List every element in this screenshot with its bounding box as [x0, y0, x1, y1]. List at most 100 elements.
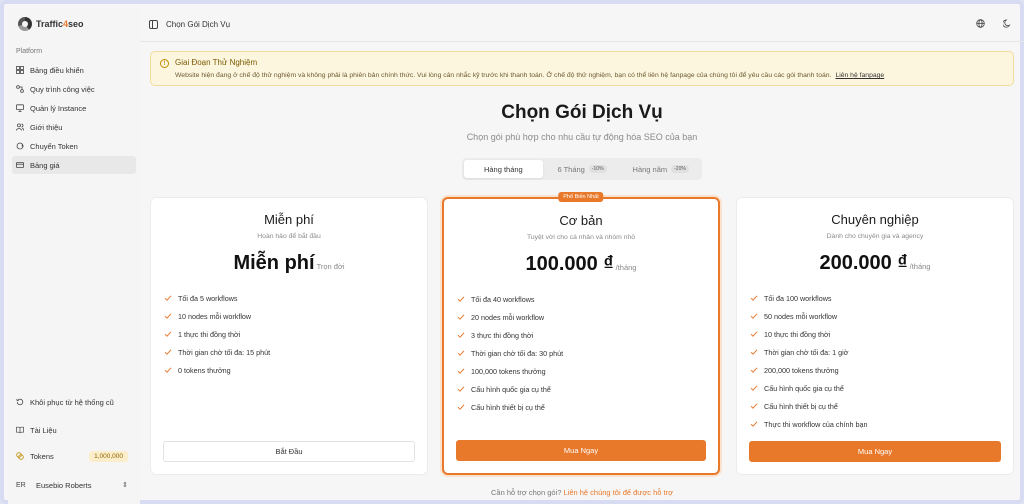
feature-item: 1 thực thi đồng thời [164, 325, 270, 343]
restore-label: Khôi phục từ hệ thống cũ [30, 397, 114, 407]
plan-description: Tuyệt vời cho cá nhân và nhóm nhỏ [526, 234, 636, 241]
feature-list: Tối đa 40 workflows 20 nodes mỗi workflo… [457, 290, 563, 416]
docs-link[interactable]: Tài Liệu [12, 421, 136, 439]
coins-icon [16, 452, 24, 460]
check-icon [750, 331, 758, 337]
sidebar-item-dashboard[interactable]: Bảng điều khiển [12, 61, 136, 79]
alert-title: Giai Đoạn Thử Nghiệm [175, 58, 258, 67]
info-icon: ! [160, 59, 169, 68]
breadcrumb: Chọn Gói Dịch Vụ [166, 20, 231, 29]
tokens-label: Tokens [30, 451, 54, 461]
feature-item: 20 nodes mỗi workflow [457, 308, 563, 326]
plan-description: Hoàn hảo để bắt đầu [257, 233, 321, 240]
alert-text: Website hiện đang ở chế độ thử nghiệm và… [175, 72, 885, 79]
feature-item: 3 thực thi đồng thời [457, 326, 563, 344]
sidebar-item-label: Quản lý Instance [30, 103, 87, 113]
check-icon [457, 404, 465, 410]
help-footer: Cần hỗ trợ chọn gói? Liên hệ chúng tôi đ… [491, 488, 673, 497]
feature-item: 10 nodes mỗi workflow [164, 307, 270, 325]
check-icon [750, 349, 758, 355]
tokens-value-badge: 1,000,000 [89, 450, 128, 462]
plan-card-pro: Chuyên nghiệp Dành cho chuyên gia và age… [736, 197, 1014, 475]
plan-card-basic: Phổ Biến Nhất Cơ bản Tuyệt vời cho cá nh… [442, 192, 720, 475]
feature-item: Cấu hình quốc gia cụ thể [750, 379, 868, 397]
monitor-icon [16, 104, 24, 112]
logo-icon [18, 17, 32, 31]
history-icon [16, 398, 24, 406]
check-icon [164, 313, 172, 319]
transfer-icon [16, 142, 24, 150]
user-name: Eusebio Roberts [36, 480, 92, 490]
sidebar-toggle-icon[interactable] [149, 20, 158, 29]
theme-toggle-icon[interactable] [1002, 19, 1012, 30]
buy-now-button[interactable]: Mua Ngay [456, 440, 706, 461]
brand-logo[interactable]: Traffic4seo [18, 17, 84, 31]
plan-name: Chuyên nghiệp [831, 212, 919, 227]
feature-item: Cấu hình quốc gia cụ thể [457, 380, 563, 398]
check-icon [750, 421, 758, 427]
contact-support-link[interactable]: Liên hệ chúng tôi để được hỗ trợ [563, 488, 673, 497]
docs-label: Tài Liệu [30, 425, 57, 435]
page-title: Chọn Gói Dịch Vụ [501, 102, 663, 123]
feature-item: Thời gian chờ tối đa: 1 giờ [750, 343, 868, 361]
sidebar: Traffic4seo Platform Bảng điều khiển Quy… [8, 8, 140, 504]
check-icon [164, 331, 172, 337]
sidebar-item-label: Bảng giá [30, 160, 60, 170]
sidebar-section-label: Platform [16, 48, 43, 55]
check-icon [750, 403, 758, 409]
discount-badge: -10% [588, 165, 607, 173]
plan-price: 200.000 ₫/tháng [819, 252, 931, 274]
check-icon [457, 350, 465, 356]
check-icon [164, 367, 172, 373]
feature-item: Tối đa 100 workflows [750, 289, 868, 307]
sidebar-item-label: Chuyển Token [30, 141, 78, 151]
feature-list: Tối đa 100 workflows 50 nodes mỗi workfl… [750, 289, 868, 433]
fanpage-link[interactable]: Liên hệ fanpage [835, 72, 884, 79]
check-icon [750, 385, 758, 391]
discount-badge: -20% [671, 165, 689, 173]
plan-card-free: Miễn phí Hoàn hảo để bắt đầu Miễn phí Trọ… [150, 197, 428, 475]
feature-item: Thực thi workflow của chính bạn [750, 415, 868, 433]
start-button[interactable]: Bắt Đầu [163, 441, 415, 462]
globe-icon[interactable] [976, 19, 985, 30]
main-content: ! Giai Đoạn Thử Nghiệm Website hiện đang… [140, 42, 1024, 504]
plan-price: 100.000 ₫/tháng [525, 253, 637, 275]
check-icon [457, 314, 465, 320]
sidebar-item-referral[interactable]: Giới thiệu [12, 118, 136, 136]
topbar: Chọn Gói Dịch Vụ [140, 8, 1024, 42]
check-icon [457, 332, 465, 338]
check-icon [457, 386, 465, 392]
feature-list: Tối đa 5 workflows 10 nodes mỗi workflow… [164, 289, 270, 379]
users-icon [16, 123, 24, 131]
user-menu[interactable]: ER Eusebio Roberts ⇕ [12, 475, 136, 495]
feature-item: 100,000 tokens thưởng [457, 362, 563, 380]
billing-period-tabs: Hàng tháng 6 Tháng -10% Hàng năm -20% [462, 158, 702, 180]
feature-item: Thời gian chờ tối đa: 15 phút [164, 343, 270, 361]
check-icon [457, 368, 465, 374]
popular-badge: Phổ Biến Nhất [558, 192, 604, 202]
tab-monthly[interactable]: Hàng tháng [464, 160, 543, 178]
feature-item: 50 nodes mỗi workflow [750, 307, 868, 325]
restore-legacy-button[interactable]: Khôi phục từ hệ thống cũ [12, 393, 136, 411]
page-subtitle: Chọn gói phù hợp cho nhu cầu tự động hóa… [466, 132, 698, 142]
plan-name: Miễn phí [264, 212, 314, 227]
sidebar-item-workflows[interactable]: Quy trình công việc [12, 80, 136, 98]
brand-name: Traffic4seo [36, 19, 84, 29]
sidebar-item-instances[interactable]: Quản lý Instance [12, 99, 136, 117]
sidebar-item-transfer-token[interactable]: Chuyển Token [12, 137, 136, 155]
plan-description: Dành cho chuyên gia và agency [826, 233, 924, 240]
feature-item: 10 thực thi đồng thời [750, 325, 868, 343]
check-icon [457, 296, 465, 302]
sidebar-nav: Bảng điều khiển Quy trình công việc Quản… [12, 61, 136, 175]
plan-price: Miễn phí Trọn đời [233, 252, 345, 274]
app-window: Traffic4seo Platform Bảng điều khiển Quy… [0, 0, 1024, 504]
tab-yearly[interactable]: Hàng năm -20% [621, 160, 700, 178]
credit-card-icon [16, 161, 24, 169]
feature-item: 0 tokens thưởng [164, 361, 270, 379]
sidebar-item-pricing[interactable]: Bảng giá [12, 156, 136, 174]
buy-now-button[interactable]: Mua Ngay [749, 441, 1001, 462]
sidebar-item-label: Giới thiệu [30, 122, 63, 132]
feature-item: Thời gian chờ tối đa: 30 phút [457, 344, 563, 362]
tab-6-months[interactable]: 6 Tháng -10% [543, 160, 622, 178]
sidebar-item-label: Quy trình công việc [30, 84, 95, 94]
